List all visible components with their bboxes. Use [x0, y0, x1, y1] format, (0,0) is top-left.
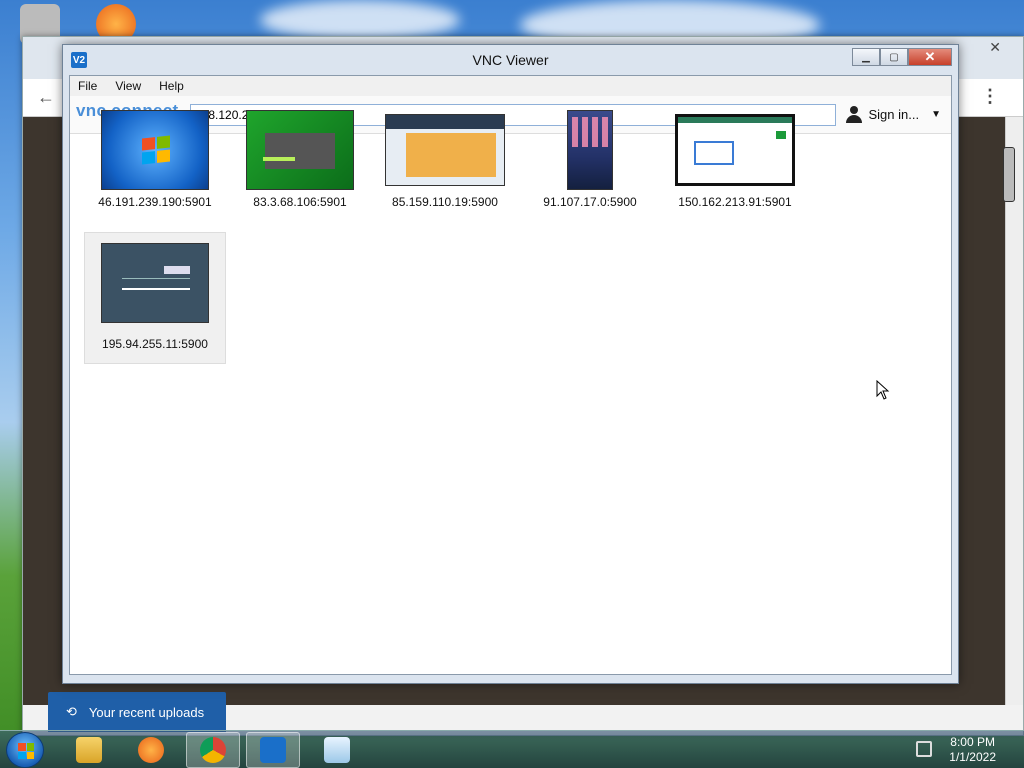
- folder-icon: [76, 737, 102, 763]
- taskbar-explorer[interactable]: [62, 732, 116, 768]
- scrollbar-thumb[interactable]: [1003, 147, 1015, 202]
- window-controls: ▁ ▢ ✕: [852, 48, 952, 66]
- window-titlebar[interactable]: V2 VNC Viewer ▁ ▢ ✕: [69, 45, 952, 75]
- connection-label: 195.94.255.11:5900: [102, 337, 208, 351]
- sign-in-label: Sign in...: [868, 106, 920, 122]
- network-icon[interactable]: [916, 741, 932, 757]
- close-button[interactable]: ✕: [908, 48, 952, 66]
- start-button[interactable]: [6, 732, 44, 768]
- connection-thumbnail: [675, 114, 795, 186]
- connection-label: 46.191.239.190:5901: [98, 195, 212, 209]
- recent-uploads-label: Your recent uploads: [88, 704, 205, 720]
- clock[interactable]: 8:00 PM 1/1/2022: [949, 735, 996, 765]
- user-icon: [845, 105, 863, 123]
- connection-label: 91.107.17.0:5900: [543, 195, 637, 209]
- menu-file[interactable]: File: [78, 79, 97, 93]
- history-icon: ⟲: [66, 704, 77, 719]
- connection-thumbnail: [101, 110, 209, 190]
- taskbar-notepad[interactable]: [310, 732, 364, 768]
- connection-label: 83.3.68.106:5901: [253, 195, 347, 209]
- connection-label: 85.159.110.19:5900: [392, 195, 498, 209]
- cloud: [260, 0, 460, 40]
- recent-uploads-button[interactable]: ⟲ Your recent uploads: [48, 692, 226, 732]
- connection-tile[interactable]: 46.191.239.190:5901: [84, 96, 226, 228]
- close-icon[interactable]: ✕: [989, 39, 1001, 56]
- taskbar-firefox[interactable]: [124, 732, 178, 768]
- vnc-client-area: File View Help vnc connect by RealVNC Si…: [69, 75, 952, 675]
- connection-tile[interactable]: 85.159.110.19:5900: [374, 96, 516, 228]
- maximize-button[interactable]: ▢: [880, 48, 908, 66]
- sign-in-button[interactable]: Sign in... ▼: [845, 105, 941, 123]
- clock-time: 8:00 PM: [950, 735, 995, 749]
- vnc-viewer-icon: [260, 737, 286, 763]
- taskbar-vnc-viewer[interactable]: [246, 732, 300, 768]
- browser-scrollbar[interactable]: [1003, 117, 1023, 705]
- vnc-viewer-window: V2 VNC Viewer ▁ ▢ ✕ File View Help vnc c…: [62, 44, 959, 684]
- chevron-down-icon: ▼: [931, 108, 941, 120]
- menu-help[interactable]: Help: [159, 79, 184, 93]
- connection-thumbnail: [385, 114, 505, 186]
- connection-tile[interactable]: 150.162.213.91:5901: [664, 96, 806, 228]
- mouse-cursor-icon: [876, 380, 890, 400]
- menu-bar: File View Help: [70, 76, 951, 96]
- window-title: VNC Viewer: [472, 52, 549, 68]
- menu-view[interactable]: View: [115, 79, 141, 93]
- connection-thumbnail: [101, 243, 209, 323]
- chrome-icon: [200, 737, 226, 763]
- connection-thumbnail: [246, 110, 354, 190]
- notepad-icon: [324, 737, 350, 763]
- firefox-icon: [138, 737, 164, 763]
- back-arrow-icon[interactable]: ←: [37, 87, 55, 108]
- taskbar: 8:00 PM 1/1/2022: [0, 730, 1024, 768]
- connection-tile[interactable]: 91.107.17.0:5900: [519, 96, 661, 228]
- minimize-button[interactable]: ▁: [852, 48, 880, 66]
- connection-tile-selected[interactable]: 195.94.255.11:5900: [84, 232, 226, 364]
- connection-thumbnail: [567, 110, 613, 190]
- kebab-menu-icon[interactable]: ⋮: [981, 86, 999, 107]
- taskbar-chrome[interactable]: [186, 732, 240, 768]
- clock-date: 1/1/2022: [949, 750, 996, 764]
- connection-tile[interactable]: 83.3.68.106:5901: [229, 96, 371, 228]
- connection-label: 150.162.213.91:5901: [678, 195, 792, 209]
- windows-logo-icon: [18, 743, 34, 759]
